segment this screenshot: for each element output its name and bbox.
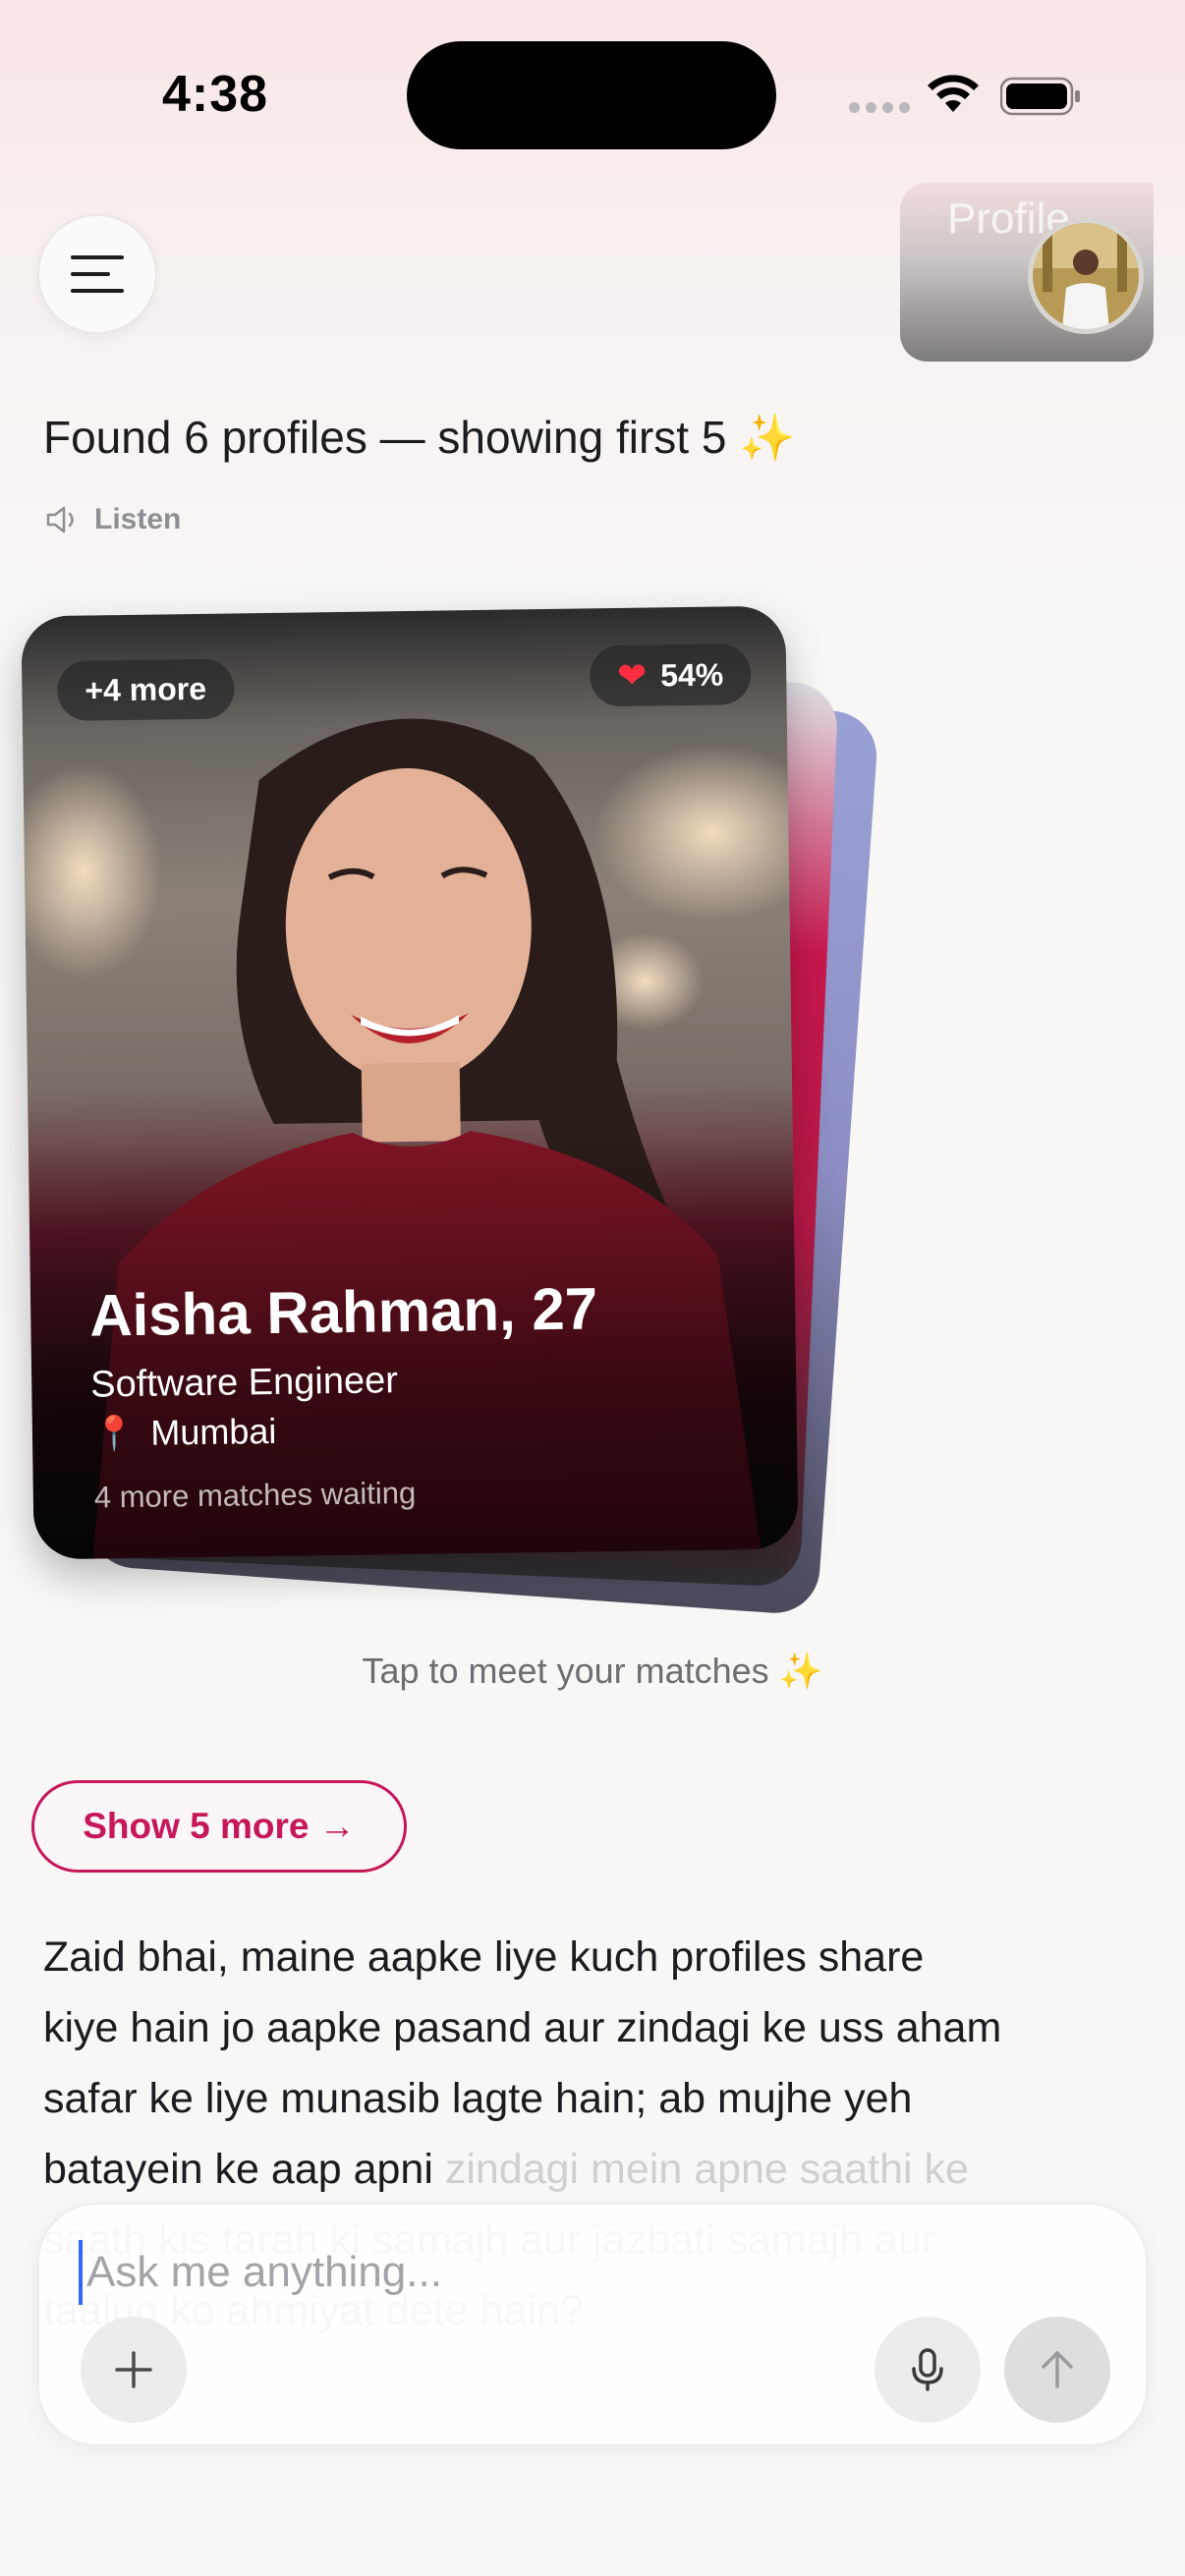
wifi-icon bbox=[928, 75, 979, 112]
sparkles-icon: ✨ bbox=[778, 1651, 823, 1691]
show-more-button[interactable]: Show 5 more → bbox=[31, 1780, 407, 1873]
chat-composer bbox=[37, 2203, 1148, 2446]
location-label: Mumbai bbox=[150, 1410, 277, 1453]
speaker-icon bbox=[46, 506, 74, 533]
profile-name-age: Aisha Rahman, 27 bbox=[88, 1275, 598, 1349]
found-profiles-text: Found 6 profiles — showing first 5 ✨ bbox=[43, 412, 796, 463]
cellular-signal-icon bbox=[849, 102, 910, 113]
match-percent: 54% bbox=[659, 656, 724, 693]
menu-button[interactable] bbox=[37, 214, 157, 334]
microphone-button[interactable] bbox=[875, 2317, 981, 2423]
profile-card[interactable]: +4 more ❤ 54% Aisha Rahman, 27 Software … bbox=[21, 605, 799, 1560]
sparkles-icon: ✨ bbox=[739, 412, 796, 463]
pin-icon: 📍 bbox=[92, 1414, 136, 1453]
match-percent-badge: ❤ 54% bbox=[589, 644, 752, 707]
profile-occupation: Software Engineer bbox=[89, 1360, 399, 1406]
listen-button[interactable]: Listen bbox=[45, 503, 181, 536]
chat-input[interactable] bbox=[79, 2240, 963, 2305]
status-time: 4:38 bbox=[162, 66, 269, 123]
battery-icon bbox=[1000, 77, 1080, 116]
tap-hint: Tap to meet your matches ✨ bbox=[362, 1651, 823, 1691]
heart-icon: ❤ bbox=[616, 654, 648, 697]
user-avatar[interactable] bbox=[1028, 218, 1144, 334]
arrow-up-icon bbox=[1042, 2351, 1073, 2388]
matches-waiting-text: 4 more matches waiting bbox=[93, 1475, 417, 1515]
plus-icon bbox=[115, 2351, 152, 2388]
profile-location: 📍 Mumbai bbox=[93, 1411, 277, 1455]
dynamic-island bbox=[407, 41, 776, 149]
listen-label: Listen bbox=[94, 503, 182, 535]
microphone-icon bbox=[912, 2348, 943, 2391]
more-profiles-badge: +4 more bbox=[56, 658, 235, 721]
avatar-photo bbox=[1033, 223, 1139, 329]
send-button[interactable] bbox=[1004, 2317, 1110, 2423]
add-attachment-button[interactable] bbox=[81, 2317, 187, 2423]
hamburger-menu-icon bbox=[71, 255, 124, 293]
